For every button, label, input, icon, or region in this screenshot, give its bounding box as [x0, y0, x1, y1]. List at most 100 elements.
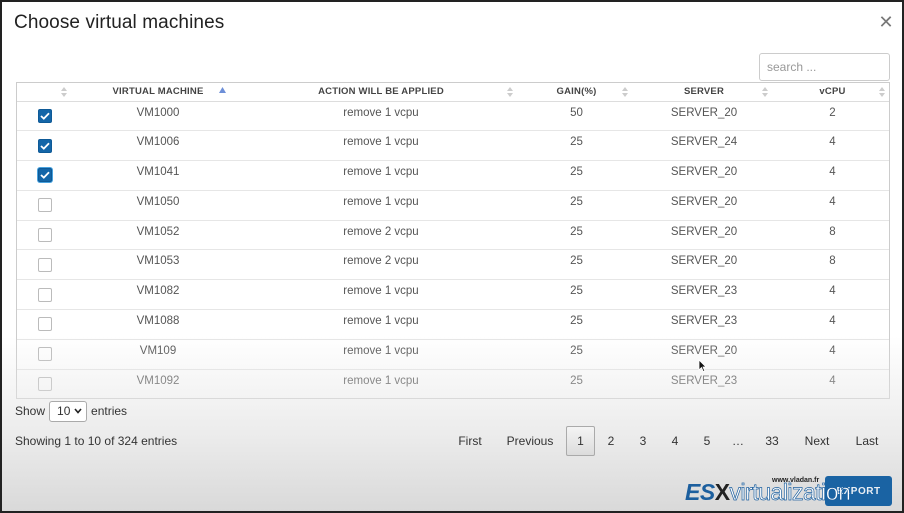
table-row[interactable]: VM1006 remove 1 vcpu 25 SERVER_24 4 — [17, 130, 889, 162]
cell-virtual-machine: VM1053 — [73, 249, 243, 281]
cell-vcpu: 4 — [774, 369, 889, 398]
cell-action: remove 1 vcpu — [243, 279, 519, 311]
pagination-first[interactable]: First — [450, 426, 490, 456]
cell-gain: 25 — [519, 160, 634, 191]
pagination-page-2[interactable]: 2 — [600, 426, 622, 456]
pagination-previous[interactable]: Previous — [500, 426, 560, 456]
cell-action: remove 1 vcpu — [243, 309, 519, 340]
table-row[interactable]: VM109 remove 1 vcpu 25 SERVER_20 4 — [17, 339, 889, 370]
pagination-page-1[interactable]: 1 — [566, 426, 595, 456]
column-header-vcpu[interactable]: vCPU — [774, 83, 889, 102]
row-checkbox[interactable] — [38, 168, 52, 183]
cell-server: SERVER_23 — [634, 309, 774, 340]
cell-server: SERVER_20 — [634, 190, 774, 221]
sort-icon — [507, 86, 513, 98]
row-checkbox[interactable] — [38, 377, 52, 392]
row-select-cell — [17, 220, 73, 251]
sort-icon — [622, 86, 628, 98]
table-row[interactable]: VM1000 remove 1 vcpu 50 SERVER_20 2 — [17, 101, 889, 132]
row-checkbox[interactable] — [38, 228, 52, 243]
cell-vcpu: 2 — [774, 101, 889, 132]
sort-icon — [61, 86, 67, 98]
sort-icon — [762, 86, 768, 98]
checkmark-icon — [40, 112, 50, 120]
length-menu-suffix: entries — [91, 404, 128, 418]
column-header-virtual-machine[interactable]: VIRTUAL MACHINE — [73, 83, 243, 102]
pagination-page-3[interactable]: 3 — [632, 426, 654, 456]
pagination-page-33[interactable]: 33 — [758, 426, 786, 456]
cell-server: SERVER_23 — [634, 369, 774, 398]
watermark-logo-es: ES — [685, 479, 715, 505]
column-header-label: ACTION WILL BE APPLIED — [318, 86, 444, 98]
table-row[interactable]: VM1053 remove 2 vcpu 25 SERVER_20 8 — [17, 249, 889, 281]
cell-server: SERVER_20 — [634, 249, 774, 281]
cell-vcpu: 4 — [774, 130, 889, 162]
close-icon[interactable]: ✕ — [878, 13, 894, 31]
cell-gain: 25 — [519, 220, 634, 251]
cell-server: SERVER_23 — [634, 279, 774, 311]
pagination-last[interactable]: Last — [850, 426, 884, 456]
dialog-title: Choose virtual machines — [14, 12, 225, 33]
page-size-value: 10 — [57, 404, 71, 418]
row-select-cell — [17, 101, 73, 132]
table-row[interactable]: VM1092 remove 1 vcpu 25 SERVER_23 4 — [17, 369, 889, 398]
cell-action: remove 2 vcpu — [243, 249, 519, 281]
row-select-cell — [17, 279, 73, 311]
row-checkbox[interactable] — [38, 347, 52, 362]
length-menu: Show 10 entries — [15, 400, 127, 422]
page-size-select[interactable]: 10 — [49, 400, 88, 422]
row-checkbox[interactable] — [38, 317, 52, 332]
cell-vcpu: 4 — [774, 160, 889, 191]
cell-virtual-machine: VM1000 — [73, 101, 243, 132]
table-row[interactable]: VM1088 remove 1 vcpu 25 SERVER_23 4 — [17, 309, 889, 340]
table-row[interactable]: VM1052 remove 2 vcpu 25 SERVER_20 8 — [17, 220, 889, 251]
checkmark-icon — [40, 171, 50, 180]
cell-action: remove 2 vcpu — [243, 220, 519, 251]
row-checkbox[interactable] — [38, 287, 52, 302]
cell-action: remove 1 vcpu — [243, 369, 519, 398]
row-select-cell — [17, 190, 73, 221]
column-header-label: SERVER — [683, 86, 725, 98]
row-checkbox[interactable] — [38, 138, 52, 153]
cell-server: SERVER_24 — [634, 130, 774, 162]
cell-vcpu: 4 — [774, 190, 889, 221]
pagination-ellipsis: … — [732, 434, 744, 448]
pagination-next[interactable]: Next — [800, 426, 834, 456]
row-select-cell — [17, 309, 73, 340]
column-header-gain[interactable]: GAIN(%) — [519, 83, 634, 102]
pagination-page-4[interactable]: 4 — [664, 426, 686, 456]
cell-gain: 25 — [519, 130, 634, 162]
pagination-page-5[interactable]: 5 — [696, 426, 718, 456]
cell-vcpu: 4 — [774, 279, 889, 311]
cell-vcpu: 4 — [774, 309, 889, 340]
cell-vcpu: 4 — [774, 339, 889, 370]
cell-virtual-machine: VM1092 — [73, 369, 243, 398]
cell-action: remove 1 vcpu — [243, 101, 519, 132]
cell-gain: 25 — [519, 190, 634, 221]
cell-action: remove 1 vcpu — [243, 339, 519, 370]
choose-vms-dialog: Choose virtual machines ✕ VIRTUAL MACHIN… — [0, 0, 904, 513]
cell-vcpu: 8 — [774, 249, 889, 281]
cell-server: SERVER_20 — [634, 220, 774, 251]
watermark-logo: ESXvirtualization — [685, 479, 851, 506]
row-checkbox[interactable] — [38, 257, 52, 272]
table-row[interactable]: VM1082 remove 1 vcpu 25 SERVER_23 4 — [17, 279, 889, 311]
cell-gain: 25 — [519, 249, 634, 281]
table-row[interactable]: VM1050 remove 1 vcpu 25 SERVER_20 4 — [17, 190, 889, 221]
row-checkbox[interactable] — [38, 108, 52, 123]
row-select-cell — [17, 339, 73, 370]
watermark-logo-text: virtualization — [729, 479, 851, 506]
table-row[interactable]: VM1041 remove 1 vcpu 25 SERVER_20 4 — [17, 160, 889, 191]
row-checkbox[interactable] — [38, 198, 52, 213]
column-header-select[interactable] — [17, 83, 73, 102]
row-select-cell — [17, 249, 73, 281]
column-header-server[interactable]: SERVER — [634, 83, 774, 102]
cell-server: SERVER_20 — [634, 160, 774, 191]
mouse-cursor-icon — [698, 359, 707, 373]
cell-gain: 50 — [519, 101, 634, 132]
cell-action: remove 1 vcpu — [243, 160, 519, 191]
search-input[interactable] — [759, 53, 890, 81]
column-header-action[interactable]: ACTION WILL BE APPLIED — [243, 83, 519, 102]
row-select-cell — [17, 130, 73, 162]
sort-icon — [879, 86, 885, 98]
